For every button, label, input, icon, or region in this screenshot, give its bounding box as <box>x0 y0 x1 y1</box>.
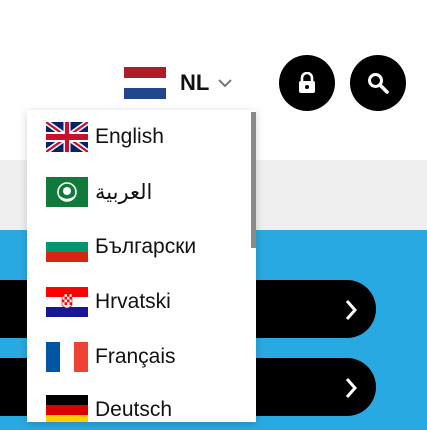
arab-league-flag-icon <box>46 177 88 207</box>
netherlands-flag-icon <box>124 67 166 99</box>
dropdown-scrollbar[interactable] <box>251 112 256 248</box>
language-option-label: Français <box>95 345 176 368</box>
search-button[interactable] <box>350 55 406 111</box>
language-option-french[interactable]: Français <box>46 340 176 374</box>
language-option-label: Deutsch <box>95 398 173 421</box>
current-language-code: NL <box>180 70 210 95</box>
chevron-down-icon <box>218 79 233 88</box>
uk-flag-icon <box>46 122 88 152</box>
login-button[interactable] <box>279 55 335 111</box>
germany-flag-icon <box>46 395 88 422</box>
lock-icon <box>299 72 315 93</box>
france-flag-icon <box>46 342 88 372</box>
language-selector[interactable]: NL <box>124 66 233 100</box>
bulgaria-flag-icon <box>46 232 88 262</box>
chevron-right-icon <box>345 378 358 398</box>
search-icon <box>368 73 389 94</box>
croatia-flag-icon <box>46 287 88 317</box>
language-option-arabic[interactable]: العربية <box>46 175 152 209</box>
language-option-label: English <box>95 125 164 148</box>
language-option-english[interactable]: English <box>46 120 164 154</box>
language-option-german[interactable]: Deutsch <box>46 393 172 422</box>
language-option-croatian[interactable]: Hrvatski <box>46 285 171 319</box>
language-option-bulgarian[interactable]: Български <box>46 230 196 264</box>
language-option-label: Български <box>95 235 197 258</box>
chevron-right-icon <box>345 300 358 320</box>
language-option-label: العربية <box>95 180 153 204</box>
language-option-label: Hrvatski <box>95 290 171 313</box>
language-dropdown[interactable]: English العربية Български Hrvatski Franç… <box>27 110 256 422</box>
